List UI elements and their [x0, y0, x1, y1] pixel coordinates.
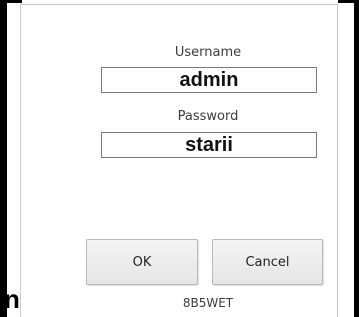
window-frame-top-right	[338, 0, 359, 3]
window-frame-top-left	[0, 0, 22, 3]
version-code: 8B5WET	[182, 296, 234, 310]
screen: n Username Password OK Cancel 8B5WET	[0, 0, 359, 317]
background-text-fragment: n	[4, 284, 20, 314]
window-frame-right	[354, 0, 359, 317]
ok-button[interactable]: OK	[86, 239, 198, 285]
cancel-button[interactable]: Cancel	[212, 239, 323, 285]
username-label: Username	[174, 45, 242, 60]
login-dialog: Username Password OK Cancel 8B5WET	[20, 4, 338, 317]
username-field[interactable]	[101, 67, 317, 93]
ok-button-label: OK	[132, 254, 152, 270]
window-frame-left	[0, 0, 7, 317]
password-field[interactable]	[101, 132, 317, 158]
cancel-button-label: Cancel	[245, 254, 290, 270]
password-label: Password	[177, 109, 239, 124]
